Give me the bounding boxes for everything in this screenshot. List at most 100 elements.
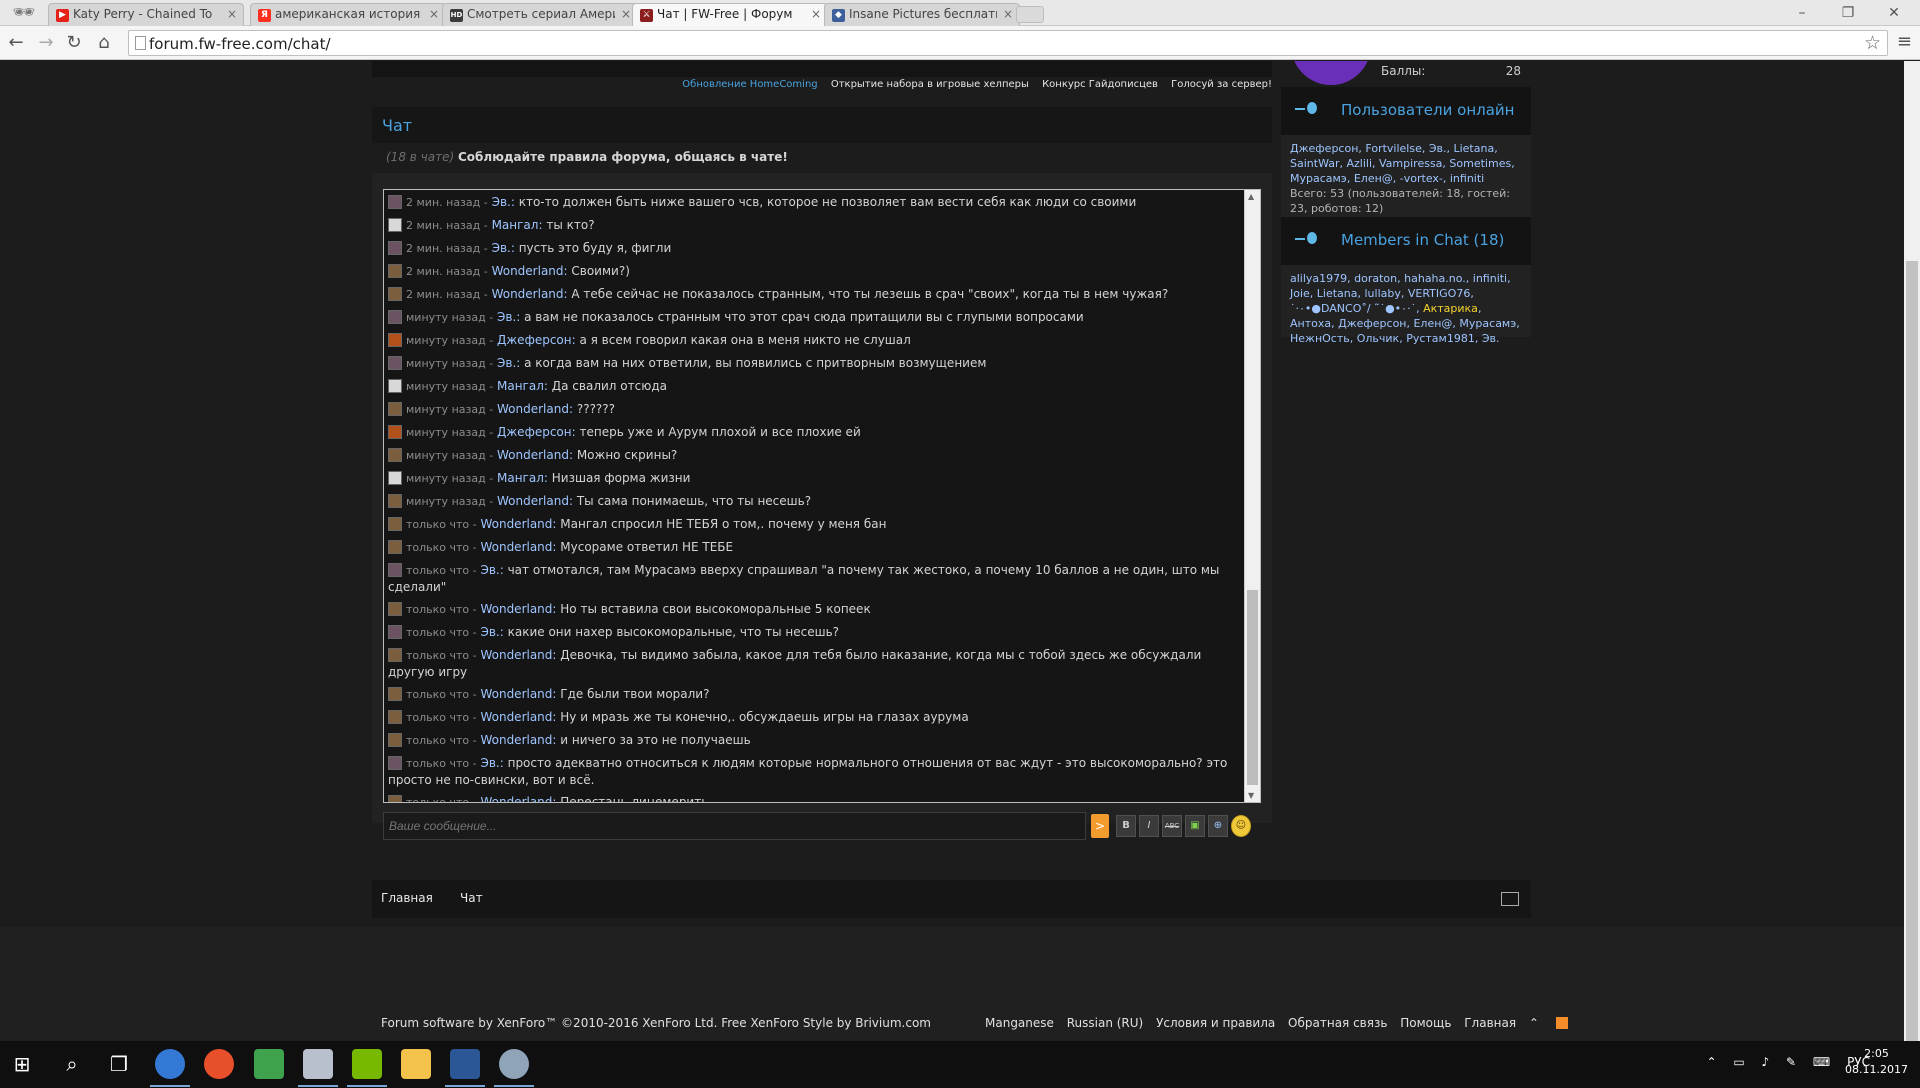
avatar[interactable] bbox=[388, 241, 402, 255]
page-scrollbar[interactable] bbox=[1904, 61, 1920, 1041]
message-input[interactable] bbox=[383, 812, 1086, 840]
clock[interactable]: 2:05 08.11.2017 bbox=[1845, 1046, 1908, 1078]
avatar[interactable] bbox=[388, 379, 402, 393]
message-author[interactable]: Wonderland: bbox=[480, 710, 556, 724]
avatar[interactable] bbox=[388, 687, 402, 701]
windows-start-icon[interactable]: ⊞ bbox=[7, 1049, 37, 1079]
browser-tab[interactable]: Я американская история у × bbox=[250, 3, 446, 26]
task-view-icon[interactable]: ❐ bbox=[104, 1049, 134, 1079]
strikethrough-button[interactable]: ABC bbox=[1162, 815, 1182, 837]
chevron-up-icon[interactable]: ⌃ bbox=[1529, 1016, 1539, 1030]
avatar[interactable] bbox=[1291, 61, 1371, 85]
message-author[interactable]: Эв.: bbox=[480, 625, 503, 639]
notice-link[interactable]: Обновление HomeComing bbox=[682, 79, 817, 90]
browser-tab[interactable]: ▶ Katy Perry - Chained To × bbox=[48, 3, 244, 26]
emoji-button[interactable]: ☺ bbox=[1231, 815, 1251, 837]
message-author[interactable]: Эв.: bbox=[492, 241, 515, 255]
message-author[interactable]: Wonderland: bbox=[492, 264, 568, 278]
avatar[interactable] bbox=[388, 602, 402, 616]
message-author[interactable]: Wonderland: bbox=[480, 733, 556, 747]
avatar[interactable] bbox=[388, 756, 402, 770]
game-taskbar-icon[interactable] bbox=[303, 1049, 333, 1079]
avatar[interactable] bbox=[388, 733, 402, 747]
notice-link[interactable]: Конкурс Гайдописцев bbox=[1042, 79, 1158, 90]
scroll-up-icon[interactable]: ▲ bbox=[1248, 192, 1254, 201]
message-author[interactable]: Wonderland: bbox=[480, 540, 556, 554]
cube-taskbar-icon[interactable] bbox=[254, 1049, 284, 1079]
send-button[interactable]: > bbox=[1091, 814, 1109, 838]
message-author[interactable]: Wonderland: bbox=[492, 287, 568, 301]
tab-close-icon[interactable]: × bbox=[227, 7, 237, 21]
avatar[interactable] bbox=[388, 425, 402, 439]
restore-icon[interactable]: ❐ bbox=[1826, 2, 1870, 24]
message-author[interactable]: Мангал: bbox=[497, 471, 548, 485]
chat-members-list[interactable]: alilya1979, doraton, hahaha.no., infinit… bbox=[1281, 265, 1531, 354]
browser-tab-active[interactable]: ⚔ Чат | FW-Free | Форум × bbox=[632, 3, 828, 26]
back-icon[interactable]: ← bbox=[4, 31, 28, 55]
avatar[interactable] bbox=[388, 218, 402, 232]
new-tab-button[interactable] bbox=[1016, 6, 1044, 23]
avatar[interactable] bbox=[388, 563, 402, 577]
tab-close-icon[interactable]: × bbox=[811, 7, 821, 21]
folder-taskbar-icon[interactable] bbox=[401, 1049, 431, 1079]
message-author[interactable]: Эв.: bbox=[497, 356, 520, 370]
word-taskbar-icon[interactable] bbox=[450, 1049, 480, 1079]
message-author[interactable]: Wonderland: bbox=[497, 494, 573, 508]
message-author[interactable]: Джеферсон: bbox=[497, 425, 576, 439]
link-button[interactable]: ⊕ bbox=[1208, 815, 1228, 837]
footer-link-terms[interactable]: Условия и правила bbox=[1156, 1016, 1275, 1030]
message-author[interactable]: Wonderland: bbox=[480, 795, 556, 802]
message-author[interactable]: Wonderland: bbox=[497, 402, 573, 416]
message-author[interactable]: Эв.: bbox=[492, 195, 515, 209]
image-button[interactable]: ▣ bbox=[1185, 815, 1205, 837]
avatar[interactable] bbox=[388, 356, 402, 370]
avatar[interactable] bbox=[388, 402, 402, 416]
message-author[interactable]: Джеферсон: bbox=[497, 333, 576, 347]
avatar[interactable] bbox=[388, 448, 402, 462]
scroll-thumb[interactable] bbox=[1247, 590, 1258, 785]
browser-tab[interactable]: HD Смотреть сериал Америк × bbox=[442, 3, 638, 26]
keyboard-icon[interactable]: ⌨ bbox=[1813, 1055, 1830, 1069]
footer-link-contact[interactable]: Обратная связь bbox=[1288, 1016, 1387, 1030]
avatar[interactable] bbox=[388, 264, 402, 278]
chrome-taskbar-icon[interactable] bbox=[155, 1049, 185, 1079]
nav-home-link[interactable]: Главная bbox=[381, 891, 433, 905]
chat-messages-box[interactable]: 2 мин. назад - Эв.: кто-то должен быть н… bbox=[383, 189, 1261, 803]
avatar[interactable] bbox=[388, 333, 402, 347]
footer-link-style[interactable]: Manganese bbox=[985, 1016, 1054, 1030]
page-scroll-thumb[interactable] bbox=[1906, 261, 1918, 1041]
browser-taskbar-icon[interactable] bbox=[204, 1049, 234, 1079]
browser-menu-icon[interactable]: ≡ bbox=[1897, 31, 1912, 52]
avatar[interactable] bbox=[388, 287, 402, 301]
forward-icon[interactable]: → bbox=[34, 31, 58, 55]
message-author[interactable]: Эв.: bbox=[480, 756, 503, 770]
avatar[interactable] bbox=[388, 517, 402, 531]
avatar[interactable] bbox=[388, 625, 402, 639]
chat-members-title[interactable]: Members in Chat (18) bbox=[1341, 231, 1504, 249]
avatar[interactable] bbox=[388, 494, 402, 508]
message-author[interactable]: Wonderland: bbox=[480, 517, 556, 531]
italic-button[interactable]: I bbox=[1139, 815, 1159, 837]
message-author[interactable]: Wonderland: bbox=[480, 648, 556, 662]
avatar[interactable] bbox=[388, 540, 402, 554]
chat-member-highlighted[interactable]: Актарика bbox=[1423, 302, 1478, 315]
notice-link[interactable]: Голосуй за сервер! bbox=[1171, 79, 1272, 90]
home-icon[interactable]: ⌂ bbox=[92, 31, 116, 55]
footer-link-home[interactable]: Главная bbox=[1464, 1016, 1516, 1030]
avatar[interactable] bbox=[388, 195, 402, 209]
reload-icon[interactable]: ↻ bbox=[62, 31, 86, 55]
window-icon[interactable] bbox=[1501, 892, 1519, 906]
bookmark-star-icon[interactable]: ☆ bbox=[1864, 32, 1881, 54]
tool-taskbar-icon[interactable] bbox=[499, 1049, 529, 1079]
message-author[interactable]: Wonderland: bbox=[480, 602, 556, 616]
avatar[interactable] bbox=[388, 710, 402, 724]
avatar[interactable] bbox=[388, 648, 402, 662]
message-author[interactable]: Эв.: bbox=[480, 563, 503, 577]
pen-icon[interactable]: ✎ bbox=[1786, 1055, 1796, 1069]
tab-close-icon[interactable]: × bbox=[1003, 7, 1013, 21]
message-author[interactable]: Wonderland: bbox=[480, 687, 556, 701]
search-icon[interactable]: ⌕ bbox=[57, 1049, 87, 1079]
rss-icon[interactable] bbox=[1555, 1017, 1568, 1029]
nav-chat-link[interactable]: Чат bbox=[460, 891, 483, 905]
message-author[interactable]: Wonderland: bbox=[497, 448, 573, 462]
